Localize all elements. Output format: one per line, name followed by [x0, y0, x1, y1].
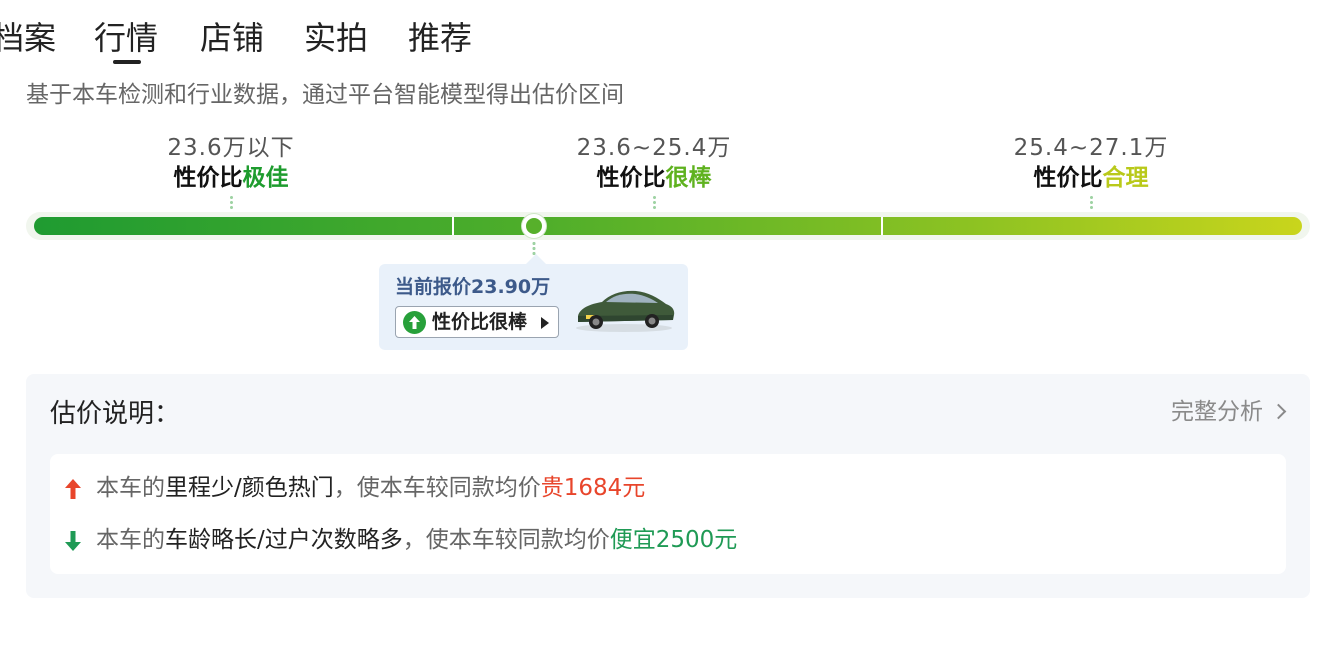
- full-analysis-label: 完整分析: [1171, 399, 1263, 425]
- tooltip-arrow: [526, 254, 546, 264]
- tab-recommend[interactable]: 推荐: [408, 14, 472, 62]
- price-scale-divider: [452, 217, 454, 235]
- active-tab-indicator: [113, 60, 141, 64]
- arrow-up-icon: [65, 479, 81, 499]
- range-tag: 性价比极佳: [81, 163, 381, 193]
- range-tag-prefix: 性价比: [173, 165, 243, 191]
- range-price: 23.6万以下: [167, 135, 295, 161]
- range-tag: 性价比很棒: [504, 163, 804, 193]
- range-tag-level: 极佳: [242, 165, 289, 191]
- range-pointer-dots: [652, 195, 656, 209]
- panel-title: 估价说明：: [50, 399, 181, 429]
- valuation-explanation-panel: 估价说明： 完整分析 本车的里程少/颜色热门，使本车较同款均价贵1684元 本车…: [26, 374, 1310, 598]
- price-range-excellent: 23.6万以下 性价比极佳: [81, 133, 381, 209]
- tab-bar: 档案 行情 店铺 实拍 推荐: [0, 14, 1336, 64]
- current-price-marker: [522, 214, 546, 238]
- range-price: 25.4~27.1万: [1013, 135, 1169, 161]
- current-quote-card: 当前报价23.90万 性价比很棒: [379, 264, 688, 350]
- tab-photos[interactable]: 实拍: [304, 14, 368, 62]
- range-price: 23.6~25.4万: [576, 135, 732, 161]
- marker-pointer-dots: [532, 241, 536, 255]
- reasons-list: 本车的里程少/颜色热门，使本车较同款均价贵1684元 本车的车龄略长/过户次数略…: [50, 454, 1286, 574]
- range-tag-prefix: 性价比: [1033, 165, 1103, 191]
- price-scale-divider: [881, 217, 883, 235]
- range-pointer-dots: [229, 195, 233, 209]
- arrow-down-icon: [65, 531, 81, 551]
- value-rating-button[interactable]: 性价比很棒: [395, 306, 559, 338]
- play-triangle-icon: [541, 317, 549, 329]
- price-scale-bar: [34, 217, 1302, 235]
- reason-middle: ，使本车较同款均价: [402, 527, 610, 553]
- reason-text: 本车的车龄略长/过户次数略多，使本车较同款均价便宜2500元: [96, 522, 737, 558]
- reason-prefix: 本车的: [96, 475, 165, 501]
- reason-text: 本车的里程少/颜色热门，使本车较同款均价贵1684元: [96, 470, 645, 506]
- reason-prefix: 本车的: [96, 527, 165, 553]
- reason-middle: ，使本车较同款均价: [333, 475, 541, 501]
- range-pointer-dots: [1089, 195, 1093, 209]
- arrow-up-circle-icon: [403, 311, 426, 334]
- range-tag-prefix: 性价比: [596, 165, 666, 191]
- range-tag-level: 很棒: [665, 165, 712, 191]
- list-item: 本车的车龄略长/过户次数略多，使本车较同款均价便宜2500元: [50, 522, 1286, 558]
- list-item: 本车的里程少/颜色热门，使本车较同款均价贵1684元: [50, 470, 1286, 506]
- price-range-reasonable: 25.4~27.1万 性价比合理: [941, 133, 1241, 209]
- car-thumbnail-image: [576, 290, 675, 332]
- tab-market[interactable]: 行情: [94, 14, 158, 62]
- tab-archive[interactable]: 档案: [0, 14, 56, 62]
- price-range-great: 23.6~25.4万 性价比很棒: [504, 133, 804, 209]
- range-tag-level: 合理: [1102, 165, 1149, 191]
- reason-effect: 贵1684元: [540, 475, 646, 501]
- reason-factors: 里程少/颜色热门: [165, 475, 334, 501]
- current-quote-label: 当前报价23.90万: [395, 276, 551, 298]
- tab-shop[interactable]: 店铺: [200, 14, 264, 62]
- reason-factors: 车龄略长/过户次数略多: [165, 527, 403, 553]
- range-tag: 性价比合理: [941, 163, 1241, 193]
- valuation-description: 基于本车检测和行业数据，通过平台智能模型得出估价区间: [26, 82, 624, 108]
- reason-effect: 便宜2500元: [609, 527, 738, 553]
- chevron-right-icon: [1270, 403, 1287, 420]
- full-analysis-link[interactable]: 完整分析: [1171, 396, 1287, 428]
- value-rating-label: 性价比很棒: [432, 311, 528, 333]
